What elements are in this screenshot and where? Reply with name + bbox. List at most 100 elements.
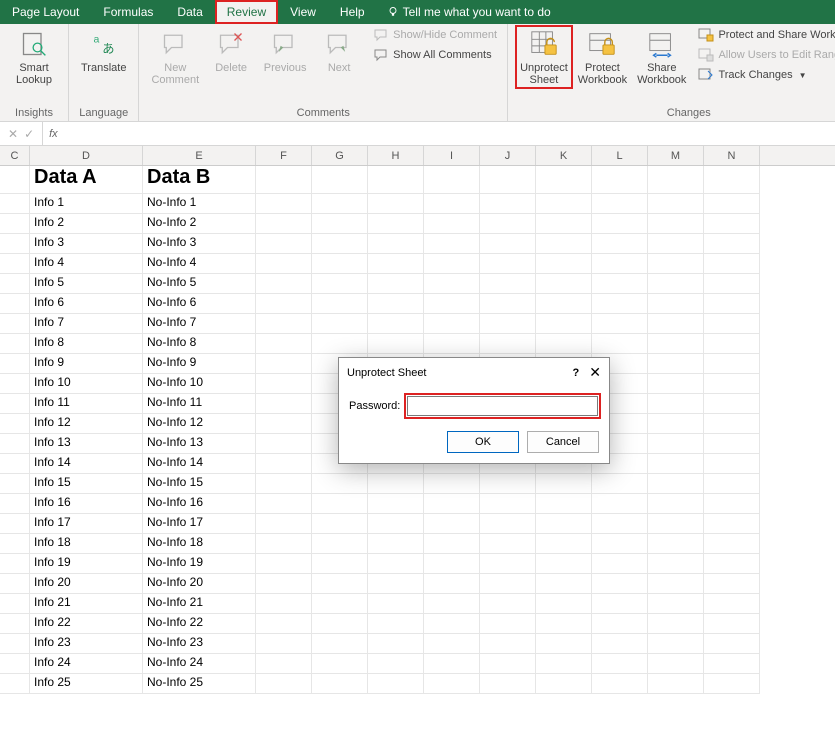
tab-review[interactable]: Review bbox=[215, 0, 278, 24]
cell[interactable] bbox=[256, 414, 312, 434]
cell[interactable] bbox=[424, 254, 480, 274]
cell[interactable] bbox=[368, 634, 424, 654]
cell[interactable]: Info 22 bbox=[30, 614, 143, 634]
cell[interactable] bbox=[0, 454, 30, 474]
cell[interactable]: No-Info 24 bbox=[143, 654, 256, 674]
cell[interactable] bbox=[592, 494, 648, 514]
cell[interactable] bbox=[592, 614, 648, 634]
cell[interactable]: No-Info 7 bbox=[143, 314, 256, 334]
cell[interactable] bbox=[368, 314, 424, 334]
cell[interactable]: Info 1 bbox=[30, 194, 143, 214]
cell[interactable] bbox=[256, 274, 312, 294]
cell[interactable] bbox=[648, 166, 704, 194]
cell[interactable] bbox=[480, 166, 536, 194]
cell[interactable]: No-Info 12 bbox=[143, 414, 256, 434]
cell[interactable] bbox=[256, 514, 312, 534]
cell[interactable] bbox=[0, 274, 30, 294]
cell[interactable] bbox=[312, 314, 368, 334]
cell[interactable] bbox=[424, 334, 480, 354]
cell[interactable] bbox=[536, 334, 592, 354]
cell[interactable] bbox=[592, 166, 648, 194]
allow-edit-ranges-button[interactable]: Allow Users to Edit Ranges bbox=[696, 46, 835, 64]
cell[interactable] bbox=[648, 634, 704, 654]
cell[interactable]: Info 13 bbox=[30, 434, 143, 454]
cell[interactable] bbox=[704, 674, 760, 694]
cell[interactable] bbox=[0, 594, 30, 614]
cell[interactable] bbox=[648, 434, 704, 454]
cell[interactable] bbox=[648, 334, 704, 354]
cell[interactable] bbox=[536, 254, 592, 274]
show-all-comments-button[interactable]: Show All Comments bbox=[371, 46, 499, 64]
cell[interactable] bbox=[592, 194, 648, 214]
cell[interactable] bbox=[424, 474, 480, 494]
cell[interactable] bbox=[592, 334, 648, 354]
cell[interactable]: No-Info 15 bbox=[143, 474, 256, 494]
cell[interactable] bbox=[480, 494, 536, 514]
cell[interactable] bbox=[0, 654, 30, 674]
cell[interactable] bbox=[648, 534, 704, 554]
protect-workbook-button[interactable]: Protect Workbook bbox=[574, 26, 631, 88]
cell[interactable] bbox=[536, 654, 592, 674]
cell[interactable]: Info 23 bbox=[30, 634, 143, 654]
cell[interactable] bbox=[648, 454, 704, 474]
cell[interactable] bbox=[424, 594, 480, 614]
cell[interactable] bbox=[0, 614, 30, 634]
cell[interactable]: Info 9 bbox=[30, 354, 143, 374]
ok-button[interactable]: OK bbox=[447, 431, 519, 453]
cell[interactable] bbox=[648, 194, 704, 214]
cell[interactable] bbox=[0, 314, 30, 334]
cell[interactable] bbox=[704, 394, 760, 414]
cell[interactable] bbox=[536, 474, 592, 494]
cell[interactable] bbox=[424, 634, 480, 654]
cell[interactable]: Info 10 bbox=[30, 374, 143, 394]
cell[interactable] bbox=[256, 474, 312, 494]
cell[interactable] bbox=[256, 534, 312, 554]
cell[interactable] bbox=[424, 674, 480, 694]
cell[interactable] bbox=[648, 494, 704, 514]
cell[interactable] bbox=[256, 254, 312, 274]
cell[interactable] bbox=[536, 274, 592, 294]
cell[interactable] bbox=[256, 574, 312, 594]
cell[interactable] bbox=[312, 194, 368, 214]
cell[interactable]: No-Info 1 bbox=[143, 194, 256, 214]
cell[interactable] bbox=[0, 194, 30, 214]
cell[interactable] bbox=[368, 474, 424, 494]
cell[interactable] bbox=[0, 494, 30, 514]
cell[interactable] bbox=[480, 234, 536, 254]
cell[interactable] bbox=[704, 634, 760, 654]
cell[interactable]: Info 14 bbox=[30, 454, 143, 474]
cell[interactable] bbox=[648, 234, 704, 254]
cell[interactable] bbox=[0, 534, 30, 554]
cell[interactable] bbox=[424, 574, 480, 594]
cell[interactable] bbox=[368, 234, 424, 254]
cell[interactable] bbox=[256, 494, 312, 514]
cell[interactable] bbox=[480, 474, 536, 494]
cell[interactable] bbox=[536, 166, 592, 194]
column-header-h[interactable]: H bbox=[368, 146, 424, 165]
cell[interactable]: Info 25 bbox=[30, 674, 143, 694]
cell[interactable] bbox=[480, 514, 536, 534]
cell[interactable] bbox=[0, 354, 30, 374]
cell[interactable] bbox=[0, 166, 30, 194]
cell[interactable]: No-Info 23 bbox=[143, 634, 256, 654]
cell[interactable]: No-Info 6 bbox=[143, 294, 256, 314]
cell[interactable] bbox=[256, 234, 312, 254]
cell[interactable] bbox=[312, 494, 368, 514]
cell[interactable] bbox=[704, 414, 760, 434]
cell[interactable]: Info 4 bbox=[30, 254, 143, 274]
cell[interactable]: No-Info 9 bbox=[143, 354, 256, 374]
cell[interactable]: Info 16 bbox=[30, 494, 143, 514]
new-comment-button[interactable]: New Comment bbox=[147, 26, 203, 88]
cell[interactable] bbox=[648, 474, 704, 494]
cell[interactable] bbox=[536, 194, 592, 214]
cell[interactable] bbox=[592, 314, 648, 334]
cell[interactable] bbox=[312, 254, 368, 274]
cell[interactable]: No-Info 16 bbox=[143, 494, 256, 514]
cell[interactable]: Info 8 bbox=[30, 334, 143, 354]
cell[interactable] bbox=[648, 414, 704, 434]
cell[interactable] bbox=[0, 574, 30, 594]
cell[interactable] bbox=[256, 214, 312, 234]
dialog-close-button[interactable]: ✕ bbox=[589, 364, 601, 381]
cell[interactable] bbox=[704, 574, 760, 594]
cell[interactable] bbox=[256, 166, 312, 194]
